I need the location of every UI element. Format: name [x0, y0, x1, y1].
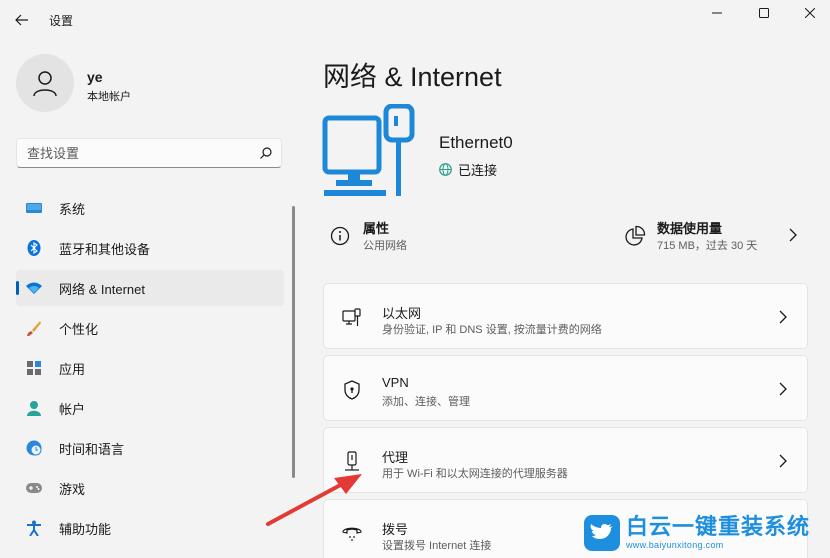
watermark-title: 白云一键重装系统: [626, 514, 811, 539]
back-button[interactable]: [10, 8, 34, 32]
proxy-card[interactable]: 代理 用于 Wi-Fi 和以太网连接的代理服务器: [323, 427, 808, 493]
dialup-card-subtitle: 设置拨号 Internet 连接: [382, 540, 492, 552]
dialup-icon: [342, 524, 362, 544]
page-title: 网络 & Internet: [323, 62, 502, 92]
sidebar-item-accounts[interactable]: 帐户: [16, 390, 284, 426]
vpn-card-subtitle: 添加、连接、管理: [382, 396, 470, 408]
app-title: 设置: [49, 14, 74, 28]
pie-chart-icon: [625, 225, 646, 246]
search-icon[interactable]: [259, 146, 273, 160]
person-icon: [33, 71, 57, 97]
person-icon: [26, 400, 42, 416]
minimize-icon: [712, 12, 722, 14]
vpn-card-title: VPN: [382, 375, 409, 390]
properties-button[interactable]: 属性 公用网络: [330, 218, 590, 258]
accessibility-icon: [26, 520, 42, 536]
watermark: 白云一键重装系统 www.baiyunxitong.com: [580, 508, 830, 558]
brush-icon: [26, 320, 42, 336]
info-icon: [330, 226, 350, 246]
monitor-icon: [26, 200, 42, 216]
sidebar-scrollbar[interactable]: [292, 206, 295, 478]
shield-icon: [342, 380, 362, 400]
minimize-button[interactable]: [697, 0, 737, 26]
sidebar-item-bluetooth[interactable]: 蓝牙和其他设备: [16, 230, 284, 266]
arrow-left-icon: [15, 14, 28, 26]
proxy-card-title: 代理: [382, 450, 409, 465]
ethernet-card-title: 以太网: [382, 306, 422, 321]
close-button[interactable]: [790, 0, 830, 26]
sidebar-item-label: 应用: [59, 361, 86, 377]
maximize-icon: [759, 8, 769, 18]
adapter-name: Ethernet0: [439, 133, 513, 152]
chevron-right-icon: [789, 228, 797, 242]
properties-subtitle: 公用网络: [363, 240, 407, 252]
maximize-button[interactable]: [744, 0, 784, 26]
dialup-card-title: 拨号: [382, 522, 409, 537]
proxy-icon: [342, 451, 362, 472]
sidebar-item-label: 个性化: [59, 321, 99, 337]
close-icon: [805, 8, 815, 18]
sidebar-item-accessibility[interactable]: 辅助功能: [16, 510, 284, 546]
sidebar-item-network[interactable]: 网络 & Internet: [16, 270, 284, 306]
sidebar-item-label: 时间和语言: [59, 441, 125, 457]
avatar[interactable]: [16, 54, 74, 112]
sidebar-item-time-language[interactable]: 时间和语言: [16, 430, 284, 466]
title-bar: 设置: [0, 0, 830, 40]
sidebar-item-label: 帐户: [59, 401, 86, 417]
sidebar-item-apps[interactable]: 应用: [16, 350, 284, 386]
sidebar-item-gaming[interactable]: 游戏: [16, 470, 284, 506]
gamepad-icon: [26, 480, 42, 496]
search-box[interactable]: [16, 138, 282, 168]
user-name: ye: [87, 69, 103, 85]
sidebar-item-label: 网络 & Internet: [59, 281, 145, 297]
properties-title: 属性: [363, 221, 390, 236]
globe-clock-icon: [26, 440, 42, 456]
data-usage-subtitle: 715 MB，过去 30 天: [657, 240, 758, 252]
ethernet-card[interactable]: 以太网 身份验证, IP 和 DNS 设置, 按流量计费的网络: [323, 283, 808, 349]
account-type: 本地帐户: [87, 91, 131, 103]
chevron-right-icon: [779, 310, 787, 324]
adapter-status-text: 已连接: [458, 163, 498, 178]
sidebar-item-system[interactable]: 系统: [16, 190, 284, 226]
ethernet-icon: [342, 308, 362, 328]
data-usage-button[interactable]: 数据使用量 715 MB，过去 30 天: [622, 218, 802, 258]
wifi-icon: [26, 280, 42, 296]
proxy-card-subtitle: 用于 Wi-Fi 和以太网连接的代理服务器: [382, 468, 568, 480]
sidebar-item-personalization[interactable]: 个性化: [16, 310, 284, 346]
ethernet-card-subtitle: 身份验证, IP 和 DNS 设置, 按流量计费的网络: [382, 324, 602, 336]
vpn-card[interactable]: VPN 添加、连接、管理: [323, 355, 808, 421]
adapter-status: 已连接: [439, 160, 497, 179]
watermark-url: www.baiyunxitong.com: [626, 540, 724, 550]
search-input[interactable]: [17, 139, 253, 167]
chevron-right-icon: [779, 454, 787, 468]
sidebar-item-label: 蓝牙和其他设备: [59, 241, 151, 257]
sidebar-item-label: 游戏: [59, 481, 86, 497]
chevron-right-icon: [779, 382, 787, 396]
bird-logo-icon: [584, 515, 620, 551]
globe-icon: [439, 163, 452, 176]
data-usage-title: 数据使用量: [657, 221, 723, 236]
sidebar-item-label: 辅助功能: [59, 521, 112, 537]
bluetooth-icon: [26, 240, 42, 256]
sidebar-item-label: 系统: [59, 201, 86, 217]
sidebar-nav: 系统 蓝牙和其他设备 网络 & Internet 个性化 应用 帐户 时间和语言…: [16, 190, 284, 550]
apps-icon: [26, 360, 42, 376]
ethernet-adapter-icon: [322, 104, 415, 196]
